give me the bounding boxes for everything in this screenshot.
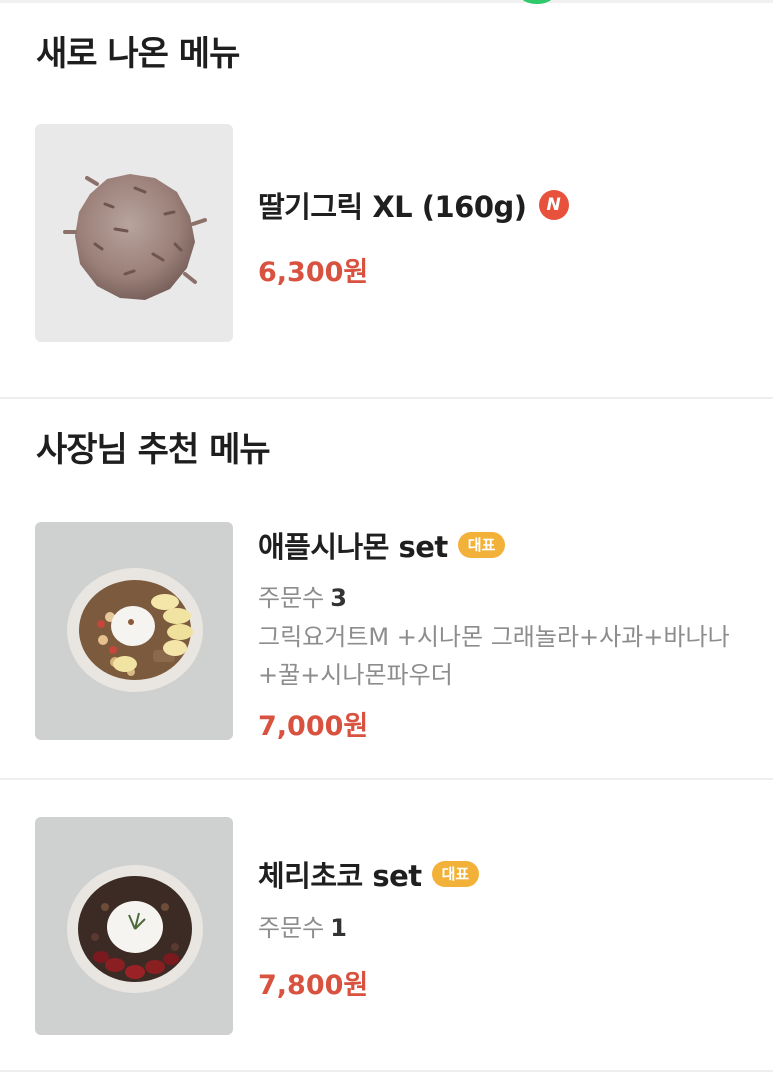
new-badge: N (538, 190, 569, 220)
order-count-value: 1 (330, 914, 347, 942)
order-count: 주문수 1 (258, 908, 347, 943)
order-count-label: 주문수 (258, 914, 325, 942)
section-divider (0, 397, 773, 399)
menu-item-cherry-choco[interactable]: 체리초코 set 대표 주문수 1 7,800원 (0, 817, 773, 1035)
item-price: 7,000원 (258, 711, 369, 742)
order-count-label: 주문수 (258, 584, 325, 612)
menu-item-strawberry-greek[interactable]: 딸기그릭 XL (160g) N 6,300원 (0, 124, 773, 342)
section-title-new-menu: 새로 나온 메뉴 (36, 34, 240, 74)
representative-badge: 대표 (457, 532, 506, 558)
item-divider (0, 778, 773, 780)
item-name: 애플시나몬 set (258, 530, 448, 564)
item-description: 그릭요거트M +시나몬 그래놀라+사과+바나나+꿀+시나몬파우더 (258, 623, 730, 689)
representative-badge: 대표 (431, 861, 480, 887)
top-edge (0, 0, 773, 3)
item-name: 딸기그릭 XL (160g) (258, 190, 527, 224)
item-divider (0, 1070, 773, 1072)
order-count-value: 3 (330, 584, 347, 612)
section-title-recommended-menu: 사장님 추천 메뉴 (36, 430, 271, 470)
menu-item-apple-cinnamon[interactable]: 애플시나몬 set 대표 주문수 3 그릭요거트M +시나몬 그래놀라+사과+바나… (0, 522, 773, 742)
item-name: 체리초코 set (258, 859, 422, 893)
cherry-choco-bowl-icon (35, 817, 233, 1035)
order-count: 주문수 3 (258, 578, 347, 613)
item-price: 6,300원 (258, 257, 369, 288)
apple-cinnamon-bowl-icon (35, 522, 233, 740)
item-price: 7,800원 (258, 970, 369, 1001)
strawberry-greek-yogurt-scoop-icon (35, 124, 233, 342)
